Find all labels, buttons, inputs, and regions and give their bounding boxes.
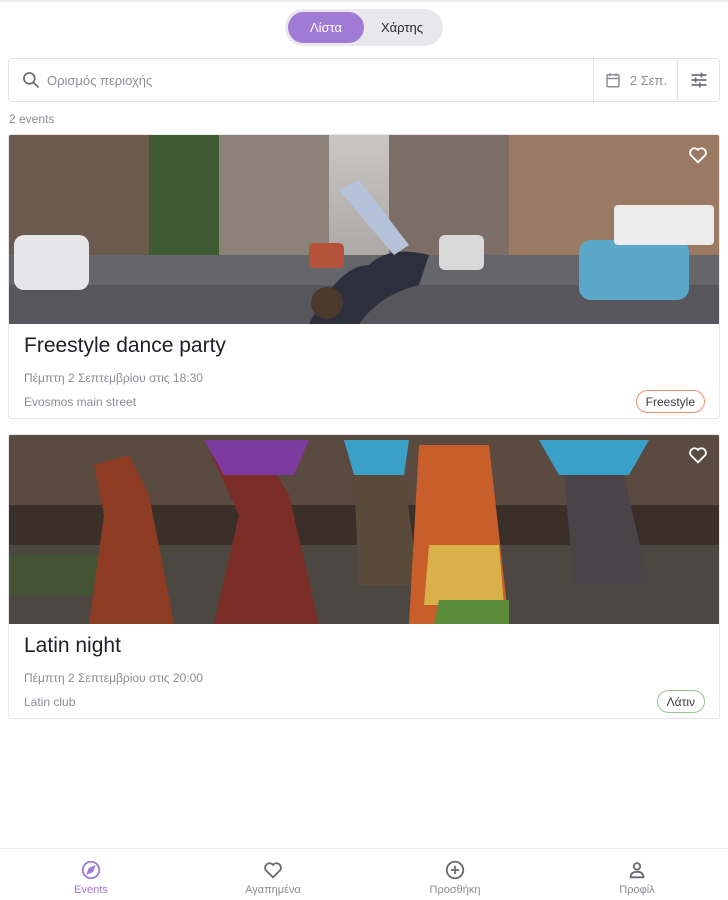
list-view-button[interactable]: Λίστα xyxy=(288,12,364,43)
nav-add[interactable]: Προσθήκη xyxy=(364,849,546,900)
heart-icon xyxy=(264,862,282,879)
map-view-button[interactable]: Χάρτης xyxy=(364,12,440,43)
date-filter-label: 2 Σεπ. xyxy=(629,72,668,88)
nav-favorites[interactable]: Αγαπημένα xyxy=(182,849,364,900)
person-icon xyxy=(629,862,645,879)
favorite-heart-icon[interactable] xyxy=(687,444,709,466)
event-style-tag: Λάτιν xyxy=(656,690,705,713)
calendar-icon xyxy=(606,73,620,88)
event-title: Latin night xyxy=(24,634,121,657)
nav-profile-label: Προφίλ xyxy=(619,884,655,896)
date-filter-button[interactable]: 2 Σεπ. xyxy=(593,59,677,101)
nav-favorites-label: Αγαπημένα xyxy=(245,884,301,896)
nav-profile[interactable]: Προφίλ xyxy=(546,849,728,900)
event-venue: Evosmos main street xyxy=(24,395,137,409)
view-toggle: Λίστα Χάρτης xyxy=(285,9,443,46)
area-search-input[interactable] xyxy=(47,72,567,88)
event-style-tag: Freestyle xyxy=(635,390,705,413)
event-venue: Latin club xyxy=(24,695,76,709)
top-divider xyxy=(0,0,728,2)
event-image xyxy=(9,135,719,324)
event-title: Freestyle dance party xyxy=(24,334,226,357)
favorite-heart-icon[interactable] xyxy=(687,144,709,166)
search-container[interactable] xyxy=(9,59,593,101)
event-image xyxy=(9,435,719,624)
event-date: Πέμπτη 2 Σεπτεμβρίου στις 20:00 xyxy=(24,671,203,685)
filters-button[interactable] xyxy=(677,59,719,101)
event-card[interactable]: Latin night Πέμπτη 2 Σεπτεμβρίου στις 20… xyxy=(8,434,720,719)
add-circle-icon xyxy=(445,860,465,880)
event-card[interactable]: Freestyle dance party Πέμπτη 2 Σεπτεμβρί… xyxy=(8,134,720,419)
events-count: 2 events xyxy=(9,112,55,126)
sliders-icon xyxy=(691,72,706,88)
nav-add-label: Προσθήκη xyxy=(429,884,481,896)
search-bar: 2 Σεπ. xyxy=(8,58,720,102)
nav-events-label: Events xyxy=(74,884,108,896)
search-icon xyxy=(23,72,40,89)
nav-events[interactable]: Events xyxy=(0,849,182,900)
compass-icon xyxy=(81,860,101,880)
bottom-navigation: Events Αγαπημένα Προσθήκη Προφίλ xyxy=(0,848,728,900)
event-date: Πέμπτη 2 Σεπτεμβρίου στις 18:30 xyxy=(24,371,203,385)
